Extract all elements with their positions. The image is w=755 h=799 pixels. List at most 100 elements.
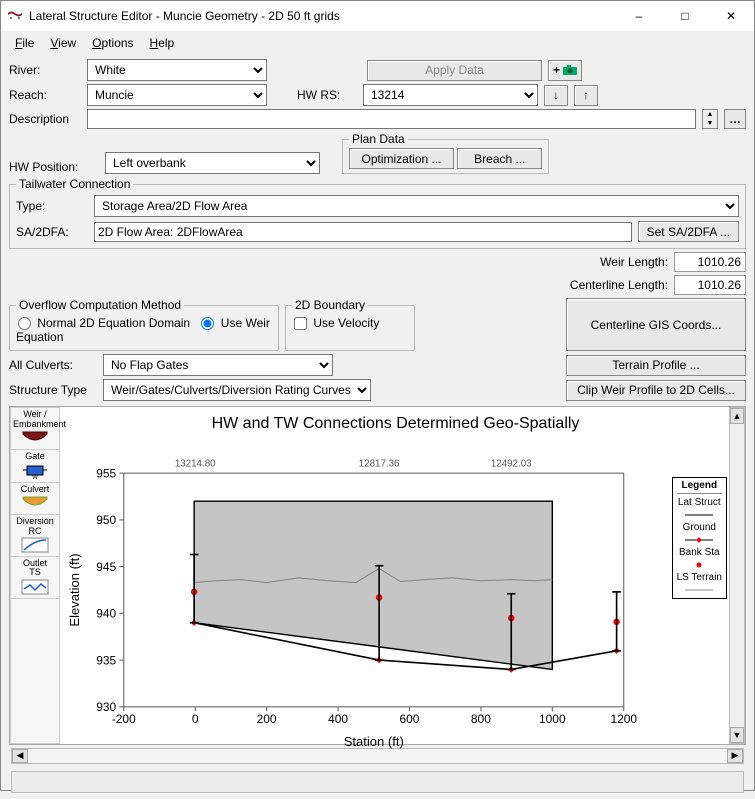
menu-view[interactable]: View (44, 34, 82, 52)
reach-select[interactable]: Muncie (87, 84, 267, 106)
menu-help[interactable]: Help (144, 34, 181, 52)
chart-panel: Weir / Embankment Gate W Culvert Diversi… (9, 406, 746, 744)
svg-text:Elevation (ft): Elevation (ft) (67, 554, 82, 627)
label-river: River: (9, 63, 81, 77)
gate-icon: W (21, 463, 49, 479)
weir-length-value: 1010.26 (674, 252, 746, 272)
svg-text:1000: 1000 (539, 712, 566, 726)
svg-text:940: 940 (96, 607, 116, 621)
group-2d-boundary-label: 2D Boundary (292, 298, 368, 312)
menu-options[interactable]: Options (86, 34, 139, 52)
description-input[interactable] (87, 109, 696, 129)
breach-button[interactable]: Breach ... (457, 148, 542, 169)
svg-text:945: 945 (96, 560, 116, 574)
hw-position-select[interactable]: Left overbank (105, 152, 320, 174)
maximize-button[interactable]: □ (662, 1, 708, 31)
svg-text:950: 950 (96, 514, 116, 528)
tool-gate[interactable]: Gate W (11, 450, 59, 482)
group-plan-data: Plan Data (349, 132, 408, 146)
label-description: Description (9, 112, 81, 126)
svg-text:200: 200 (257, 712, 277, 726)
svg-text:Station (ft): Station (ft) (344, 734, 404, 749)
tw-type-select[interactable]: Storage Area/2D Flow Area (94, 195, 739, 217)
menu-bar: File View Options Help (1, 31, 754, 55)
label-all-culverts: All Culverts: (9, 358, 97, 372)
label-centerline-length: Centerline Length: (570, 278, 668, 292)
svg-text:400: 400 (328, 712, 348, 726)
optimization-button[interactable]: Optimization ... (349, 148, 454, 169)
svg-text:W: W (32, 475, 38, 479)
description-spinner[interactable]: ▲ ▼ (702, 109, 718, 129)
scroll-up-icon[interactable]: ▲ (730, 408, 744, 424)
arrow-down-icon: ↓ (553, 88, 559, 102)
label-reach: Reach: (9, 88, 81, 102)
label-tw-type: Type: (16, 199, 88, 213)
status-bar (11, 771, 744, 793)
chart-vscrollbar[interactable]: ▲ ▼ (729, 407, 745, 743)
plus-icon: + (553, 63, 560, 77)
chart[interactable]: -200020040060080010001200930935940945950… (64, 435, 727, 761)
svg-text:12492.03: 12492.03 (491, 459, 532, 470)
svg-text:955: 955 (96, 467, 116, 481)
svg-text:0: 0 (192, 712, 199, 726)
tool-outlet-ts[interactable]: Outlet TS (11, 557, 59, 599)
hw-rs-select[interactable]: 13214 (363, 84, 538, 106)
svg-text:935: 935 (96, 654, 116, 668)
menu-file[interactable]: File (9, 34, 40, 52)
close-button[interactable]: ✕ (708, 1, 754, 31)
svg-text:800: 800 (471, 712, 491, 726)
chevron-down-icon: ▼ (703, 119, 717, 128)
river-select[interactable]: White (87, 59, 267, 81)
tool-culvert[interactable]: Culvert (11, 483, 59, 515)
svg-text:13214.80: 13214.80 (175, 459, 216, 470)
scroll-right-icon[interactable]: ▶ (727, 749, 743, 763)
apply-data-button[interactable]: Apply Data (367, 60, 542, 81)
scroll-down-icon[interactable]: ▼ (730, 727, 744, 743)
rs-down-button[interactable]: ↓ (544, 85, 568, 106)
terrain-profile-button[interactable]: Terrain Profile ... (566, 355, 746, 376)
tool-diversion-rc[interactable]: Diversion RC (11, 515, 59, 557)
label-sa2dfa: SA/2DFA: (16, 225, 88, 239)
rs-up-button[interactable]: ↑ (574, 85, 598, 106)
scroll-left-icon[interactable]: ◀ (12, 749, 28, 763)
checkbox-use-velocity[interactable]: Use Velocity (292, 316, 379, 330)
chart-legend: Legend Lat Struct Ground Bank Sta LS Ter… (672, 477, 727, 599)
group-tailwater-label: Tailwater Connection (16, 177, 133, 191)
culvert-icon (21, 495, 49, 511)
tool-weir-embankment[interactable]: Weir / Embankment (11, 408, 59, 450)
weir-icon (21, 430, 49, 446)
set-sa2dfa-button[interactable]: Set SA/2DFA ... (638, 221, 739, 242)
svg-text:12817.36: 12817.36 (359, 459, 400, 470)
group-overflow-label: Overflow Computation Method (16, 298, 184, 312)
chart-title: HW and TW Connections Determined Geo-Spa… (64, 413, 727, 435)
radio-normal-2d[interactable]: Normal 2D Equation Domain (16, 316, 193, 330)
sa2dfa-input[interactable] (94, 222, 632, 242)
camera-icon (563, 65, 577, 75)
all-culverts-select[interactable]: No Flap Gates (103, 354, 333, 376)
diversion-icon (21, 537, 49, 553)
add-photo-button[interactable]: + (548, 60, 582, 81)
app-icon (7, 8, 23, 24)
centerline-gis-button[interactable]: Centerline GIS Coords... (566, 298, 746, 351)
label-hw-rs: HW RS: (297, 88, 357, 102)
titlebar: Lateral Structure Editor - Muncie Geomet… (1, 1, 754, 31)
svg-text:1200: 1200 (610, 712, 637, 726)
clip-weir-button[interactable]: Clip Weir Profile to 2D Cells... (566, 380, 746, 401)
arrow-up-icon: ↑ (583, 88, 589, 102)
label-hw-position: HW Position: (9, 160, 99, 174)
chart-area[interactable]: HW and TW Connections Determined Geo-Spa… (60, 407, 745, 743)
group-tailwater: Tailwater Connection Type: Storage Area/… (9, 177, 746, 249)
window-title: Lateral Structure Editor - Muncie Geomet… (29, 9, 616, 23)
legend-title: Legend (677, 480, 722, 494)
minimize-button[interactable]: – (616, 1, 662, 31)
label-weir-length: Weir Length: (600, 255, 668, 269)
description-more-button[interactable]: … (724, 109, 746, 129)
svg-text:600: 600 (400, 712, 420, 726)
label-structure-type: Structure Type (9, 383, 97, 397)
tool-strip: Weir / Embankment Gate W Culvert Diversi… (10, 407, 60, 743)
structure-type-select[interactable]: Weir/Gates/Culverts/Diversion Rating Cur… (103, 379, 371, 401)
svg-text:930: 930 (96, 701, 116, 715)
centerline-length-value: 1010.26 (674, 275, 746, 295)
chevron-up-icon: ▲ (703, 110, 717, 119)
outlet-ts-icon (21, 579, 49, 595)
